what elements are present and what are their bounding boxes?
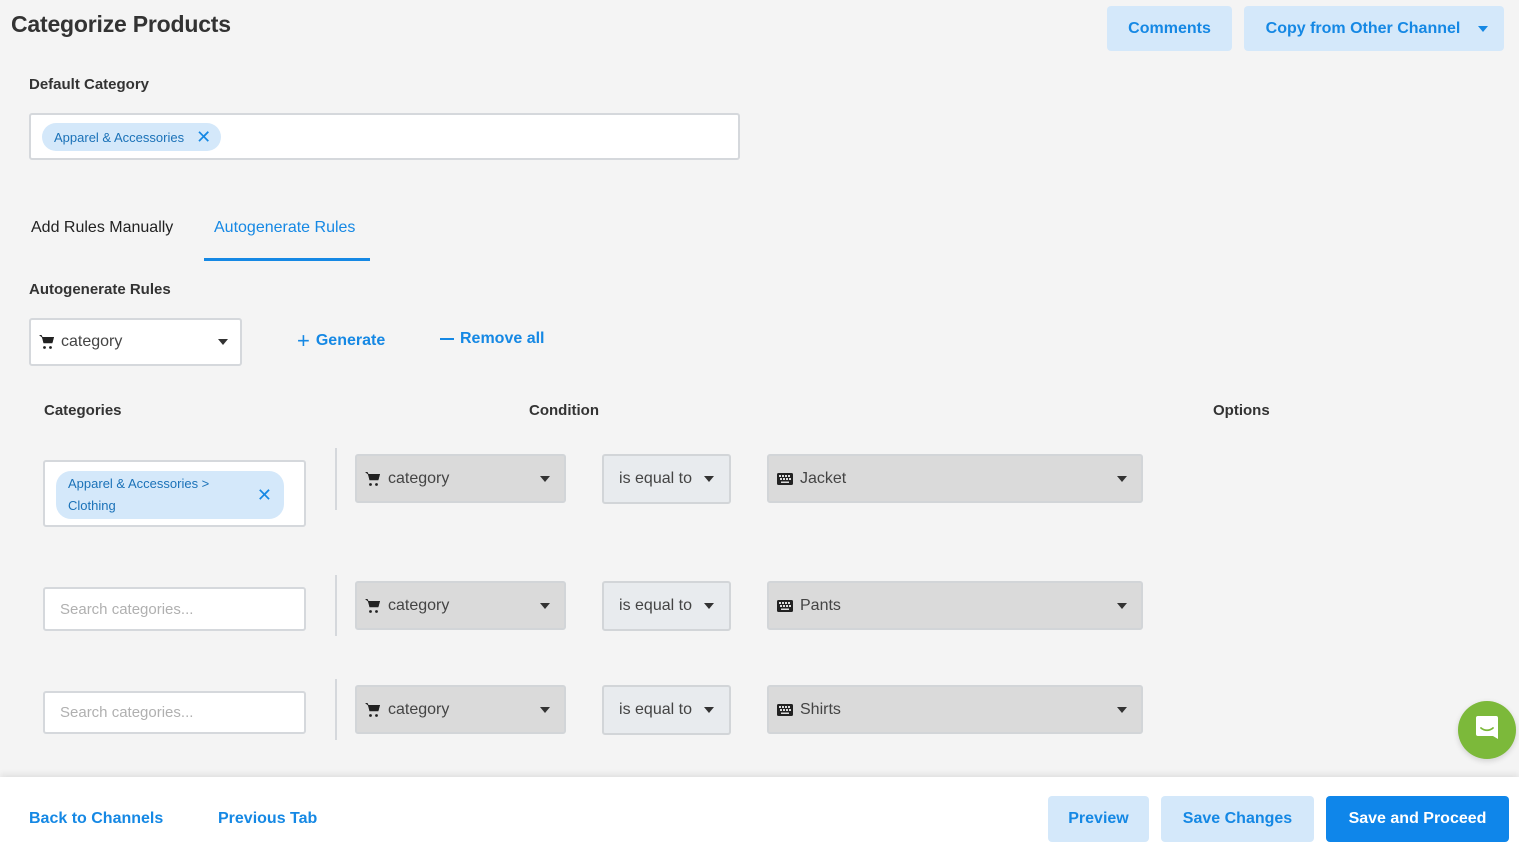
- rule-field-value: category: [388, 596, 450, 614]
- remove-all-label: Remove all: [460, 330, 545, 347]
- category-search-field[interactable]: [43, 691, 306, 734]
- chip-label: Apparel & Accessories: [54, 129, 185, 145]
- rule-value: Jacket: [800, 469, 847, 487]
- autogenerate-field-value: category: [61, 333, 123, 350]
- rule-field-select[interactable]: category: [355, 685, 566, 734]
- rule-operator-value: is equal to: [619, 470, 692, 487]
- row-divider: [335, 575, 337, 636]
- column-header-options: Options: [1213, 402, 1270, 419]
- caret-down-icon: [1117, 475, 1127, 482]
- keyboard-icon: [777, 703, 793, 716]
- keyboard-icon: [777, 472, 793, 485]
- minus-icon: [440, 338, 454, 340]
- save-and-proceed-button[interactable]: Save and Proceed: [1326, 796, 1509, 842]
- rule-operator-select[interactable]: is equal to: [602, 685, 731, 735]
- remove-chip-icon[interactable]: ✕: [196, 128, 211, 146]
- rule-field-value: category: [388, 469, 450, 487]
- category-search-input[interactable]: [45, 589, 304, 629]
- remove-chip-icon[interactable]: ✕: [257, 486, 272, 504]
- default-category-field[interactable]: Apparel & Accessories ✕: [29, 113, 740, 160]
- rule-field-select[interactable]: category: [355, 454, 566, 503]
- remove-all-button[interactable]: Remove all: [440, 330, 544, 348]
- rule-value-select[interactable]: Pants: [767, 581, 1143, 630]
- rule-field-value: category: [388, 700, 450, 718]
- previous-tab-link[interactable]: Previous Tab: [218, 810, 317, 828]
- rule-operator-select[interactable]: is equal to: [602, 454, 731, 504]
- copy-from-other-channel-button[interactable]: Copy from Other Channel: [1244, 6, 1504, 51]
- row-divider: [335, 679, 337, 740]
- cart-icon: [39, 334, 55, 350]
- caret-down-icon: [540, 706, 550, 713]
- tab-autogenerate-rules[interactable]: Autogenerate Rules: [214, 219, 355, 237]
- preview-button[interactable]: Preview: [1048, 796, 1149, 842]
- rule-operator-select[interactable]: is equal to: [602, 581, 731, 631]
- cart-icon: [365, 598, 381, 614]
- category-chip: Apparel & Accessories > Clothing ✕: [56, 471, 284, 519]
- rule-value: Shirts: [800, 700, 841, 718]
- chat-icon: [1475, 715, 1499, 746]
- cart-icon: [365, 702, 381, 718]
- cart-icon: [365, 471, 381, 487]
- tab-add-rules-manually[interactable]: Add Rules Manually: [31, 219, 173, 237]
- caret-down-icon: [703, 603, 714, 609]
- plus-icon: +: [297, 328, 310, 353]
- keyboard-icon: [777, 599, 793, 612]
- autogenerate-field-select[interactable]: category: [29, 318, 242, 366]
- default-category-label: Default Category: [29, 76, 150, 93]
- caret-down-icon: [540, 602, 550, 609]
- rule-value: Pants: [800, 596, 841, 614]
- default-category-chip: Apparel & Accessories ✕: [42, 123, 222, 151]
- copy-from-other-channel-label: Copy from Other Channel: [1265, 19, 1461, 37]
- rule-value-select[interactable]: Shirts: [767, 685, 1143, 734]
- chip-label: Apparel & Accessories > Clothing: [68, 476, 210, 513]
- caret-down-icon: [703, 707, 714, 713]
- caret-down-icon: [1478, 25, 1489, 32]
- rule-field-select[interactable]: category: [355, 581, 566, 630]
- category-search-input[interactable]: [45, 693, 304, 732]
- footer-bar: Back to Channels Previous Tab Preview Sa…: [0, 777, 1519, 849]
- caret-down-icon: [1117, 602, 1127, 609]
- rule-operator-value: is equal to: [619, 597, 692, 614]
- caret-down-icon: [1117, 706, 1127, 713]
- category-tag-field[interactable]: Apparel & Accessories > Clothing ✕: [43, 460, 306, 527]
- generate-button[interactable]: + Generate: [297, 330, 385, 352]
- active-tab-indicator: [204, 258, 370, 261]
- page-title: Categorize Products: [11, 11, 231, 37]
- save-changes-button[interactable]: Save Changes: [1161, 796, 1314, 842]
- category-search-field[interactable]: [43, 587, 306, 631]
- column-header-condition: Condition: [529, 402, 599, 419]
- autogenerate-rules-label: Autogenerate Rules: [29, 281, 171, 298]
- rule-value-select[interactable]: Jacket: [767, 454, 1143, 503]
- caret-down-icon: [218, 339, 228, 345]
- back-to-channels-link[interactable]: Back to Channels: [29, 810, 163, 828]
- caret-down-icon: [703, 476, 714, 482]
- generate-label: Generate: [315, 332, 386, 349]
- caret-down-icon: [540, 475, 550, 482]
- comments-button[interactable]: Comments: [1107, 6, 1232, 51]
- rule-operator-value: is equal to: [619, 701, 692, 718]
- column-header-categories: Categories: [44, 402, 122, 419]
- chat-widget-button[interactable]: [1458, 701, 1516, 759]
- row-divider: [335, 448, 337, 510]
